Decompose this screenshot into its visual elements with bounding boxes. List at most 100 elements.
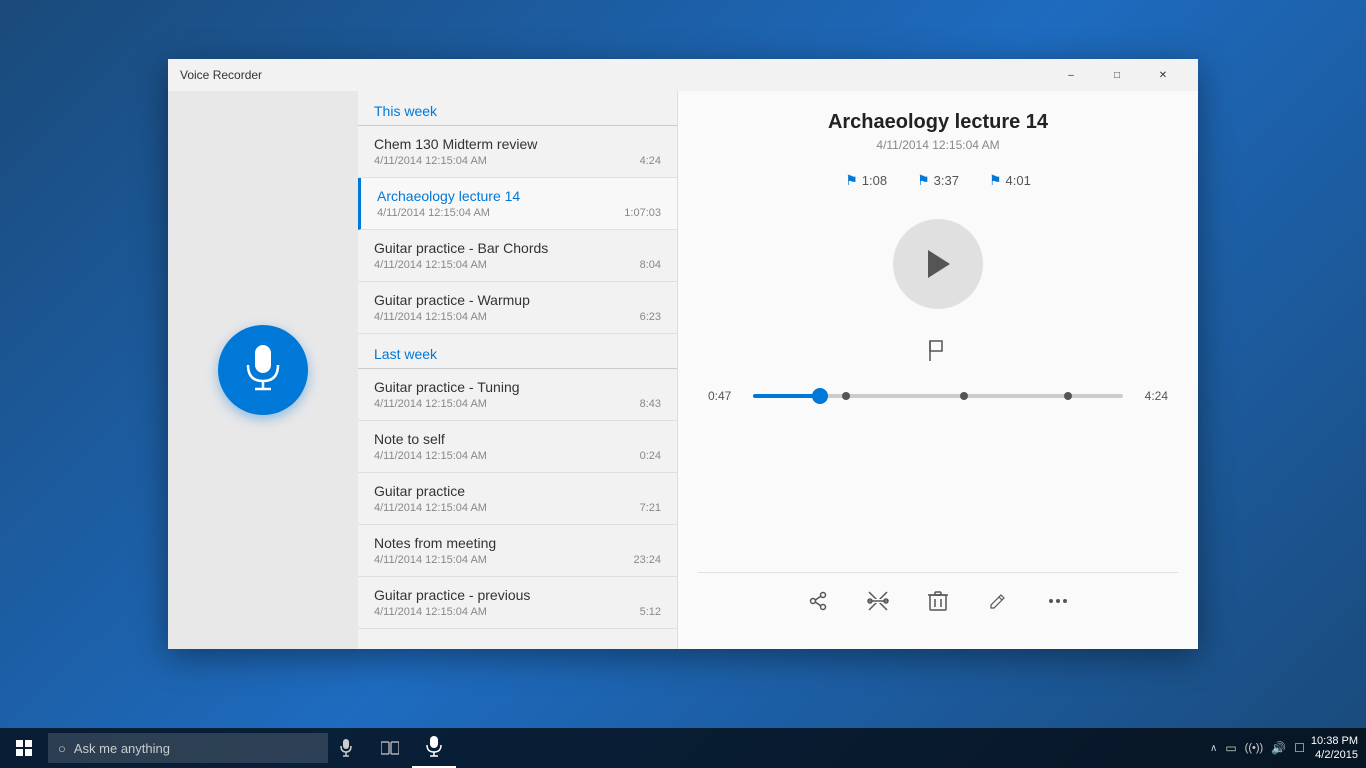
close-button[interactable]: ✕	[1140, 59, 1186, 91]
playback-bar: 0:47 4:24	[698, 389, 1178, 403]
section-last-week: Last week	[358, 334, 677, 369]
trim-icon	[867, 590, 889, 612]
recording-date: 4/11/2014 12:15:04 AM	[374, 606, 487, 618]
add-marker-button[interactable]	[926, 339, 950, 369]
rename-button[interactable]	[978, 581, 1018, 621]
recording-title: Guitar practice	[374, 483, 661, 499]
record-button[interactable]	[218, 325, 308, 415]
maximize-button[interactable]: □	[1094, 59, 1140, 91]
recording-item[interactable]: Guitar practice - Tuning 4/11/2014 12:15…	[358, 369, 677, 421]
flag-add-icon	[926, 339, 950, 363]
recordings-list[interactable]: This week Chem 130 Midterm review 4/11/2…	[358, 91, 678, 649]
marker-1[interactable]: ⚑ 1:08	[845, 172, 887, 189]
desktop: Voice Recorder – □ ✕	[0, 0, 1366, 728]
record-panel	[168, 91, 358, 649]
more-button[interactable]	[1038, 581, 1078, 621]
progress-marker-3	[1064, 392, 1072, 400]
flag-icon-3: ⚑	[989, 172, 1002, 189]
section-this-week: This week	[358, 91, 677, 126]
taskbar-system-icons: ∧ ▭ ((•)) 🔊 ☐	[1210, 741, 1305, 755]
recording-date: 4/11/2014 12:15:04 AM	[374, 398, 487, 410]
recording-duration: 5:12	[640, 606, 661, 618]
taskbar-recorder-icon	[426, 736, 442, 758]
recording-item[interactable]: Guitar practice - Bar Chords 4/11/2014 1…	[358, 230, 677, 282]
recording-item[interactable]: Notes from meeting 4/11/2014 12:15:04 AM…	[358, 525, 677, 577]
clock-date: 4/2/2015	[1311, 748, 1358, 762]
clock-time: 10:38 PM	[1311, 734, 1358, 748]
app-title: Voice Recorder	[180, 68, 1048, 82]
network-icon[interactable]: ((•))	[1245, 742, 1264, 754]
recording-item-active[interactable]: Archaeology lecture 14 4/11/2014 12:15:0…	[358, 178, 677, 230]
recording-meta: 4/11/2014 12:15:04 AM 0:24	[374, 450, 661, 462]
rename-icon	[988, 591, 1008, 611]
progress-marker-2	[960, 392, 968, 400]
recording-date: 4/11/2014 12:15:04 AM	[377, 207, 490, 219]
taskbar-mic-button[interactable]	[328, 728, 364, 768]
progress-fill	[753, 394, 820, 398]
play-button[interactable]	[893, 219, 983, 309]
recording-meta: 4/11/2014 12:15:04 AM 1:07:03	[377, 207, 661, 219]
recording-meta: 4/11/2014 12:15:04 AM 4:24	[374, 155, 661, 167]
notification-icon[interactable]: ☐	[1294, 741, 1305, 755]
recording-duration: 0:24	[640, 450, 661, 462]
taskbar: ○ Ask me anything ∧	[0, 728, 1366, 768]
mic-icon	[244, 345, 282, 395]
recording-title: Guitar practice - previous	[374, 587, 661, 603]
recording-duration: 23:24	[633, 554, 661, 566]
chevron-up-icon[interactable]: ∧	[1210, 743, 1217, 754]
recording-meta: 4/11/2014 12:15:04 AM 6:23	[374, 311, 661, 323]
app-window: Voice Recorder – □ ✕	[168, 59, 1198, 649]
taskbar-clock[interactable]: 10:38 PM 4/2/2015	[1311, 734, 1358, 763]
search-bar[interactable]: ○ Ask me anything	[48, 733, 328, 763]
recording-item[interactable]: Chem 130 Midterm review 4/11/2014 12:15:…	[358, 126, 677, 178]
recording-meta: 4/11/2014 12:15:04 AM 8:04	[374, 259, 661, 271]
current-time: 0:47	[708, 389, 743, 403]
title-bar: Voice Recorder – □ ✕	[168, 59, 1198, 91]
taskbar-apps	[368, 728, 456, 768]
start-button[interactable]	[0, 728, 48, 768]
progress-marker-1	[842, 392, 850, 400]
recording-date: 4/11/2014 12:15:04 AM	[374, 450, 487, 462]
progress-track[interactable]	[753, 394, 1123, 398]
recording-date: 4/11/2014 12:15:04 AM	[374, 311, 487, 323]
recording-duration: 8:43	[640, 398, 661, 410]
recording-meta: 4/11/2014 12:15:04 AM 5:12	[374, 606, 661, 618]
search-placeholder: Ask me anything	[74, 741, 170, 756]
marker-2[interactable]: ⚑ 3:37	[917, 172, 959, 189]
taskbar-app-multitasking[interactable]	[368, 728, 412, 768]
windows-icon	[16, 740, 32, 756]
recording-meta: 4/11/2014 12:15:04 AM 23:24	[374, 554, 661, 566]
progress-thumb[interactable]	[812, 388, 828, 404]
taskbar-app-voice-recorder[interactable]	[412, 728, 456, 768]
share-button[interactable]	[798, 581, 838, 621]
title-bar-controls: – □ ✕	[1048, 59, 1186, 91]
recording-title-active: Archaeology lecture 14	[377, 188, 661, 204]
volume-icon[interactable]: 🔊	[1271, 741, 1286, 755]
player-title: Archaeology lecture 14	[828, 111, 1048, 134]
tablet-mode-icon: ▭	[1225, 741, 1236, 755]
total-time: 4:24	[1133, 389, 1168, 403]
share-icon	[808, 591, 828, 611]
marker-3[interactable]: ⚑ 4:01	[989, 172, 1031, 189]
recording-item[interactable]: Guitar practice - Warmup 4/11/2014 12:15…	[358, 282, 677, 334]
delete-button[interactable]	[918, 581, 958, 621]
flag-icon-2: ⚑	[917, 172, 930, 189]
marker-time-2: 3:37	[934, 173, 959, 188]
recording-date: 4/11/2014 12:15:04 AM	[374, 155, 487, 167]
recording-duration: 7:21	[640, 502, 661, 514]
recording-item[interactable]: Note to self 4/11/2014 12:15:04 AM 0:24	[358, 421, 677, 473]
recording-item[interactable]: Guitar practice 4/11/2014 12:15:04 AM 7:…	[358, 473, 677, 525]
player-toolbar	[698, 572, 1178, 629]
marker-time-1: 1:08	[862, 173, 887, 188]
minimize-button[interactable]: –	[1048, 59, 1094, 91]
recording-title: Guitar practice - Bar Chords	[374, 240, 661, 256]
recording-item[interactable]: Guitar practice - previous 4/11/2014 12:…	[358, 577, 677, 629]
recording-duration: 1:07:03	[624, 207, 661, 219]
recording-duration: 6:23	[640, 311, 661, 323]
trim-button[interactable]	[858, 581, 898, 621]
recording-date: 4/11/2014 12:15:04 AM	[374, 259, 487, 271]
taskbar-right: ∧ ▭ ((•)) 🔊 ☐ 10:38 PM 4/2/2015	[1210, 734, 1366, 763]
recording-meta: 4/11/2014 12:15:04 AM 8:43	[374, 398, 661, 410]
delete-icon	[928, 590, 948, 612]
recording-title: Chem 130 Midterm review	[374, 136, 661, 152]
